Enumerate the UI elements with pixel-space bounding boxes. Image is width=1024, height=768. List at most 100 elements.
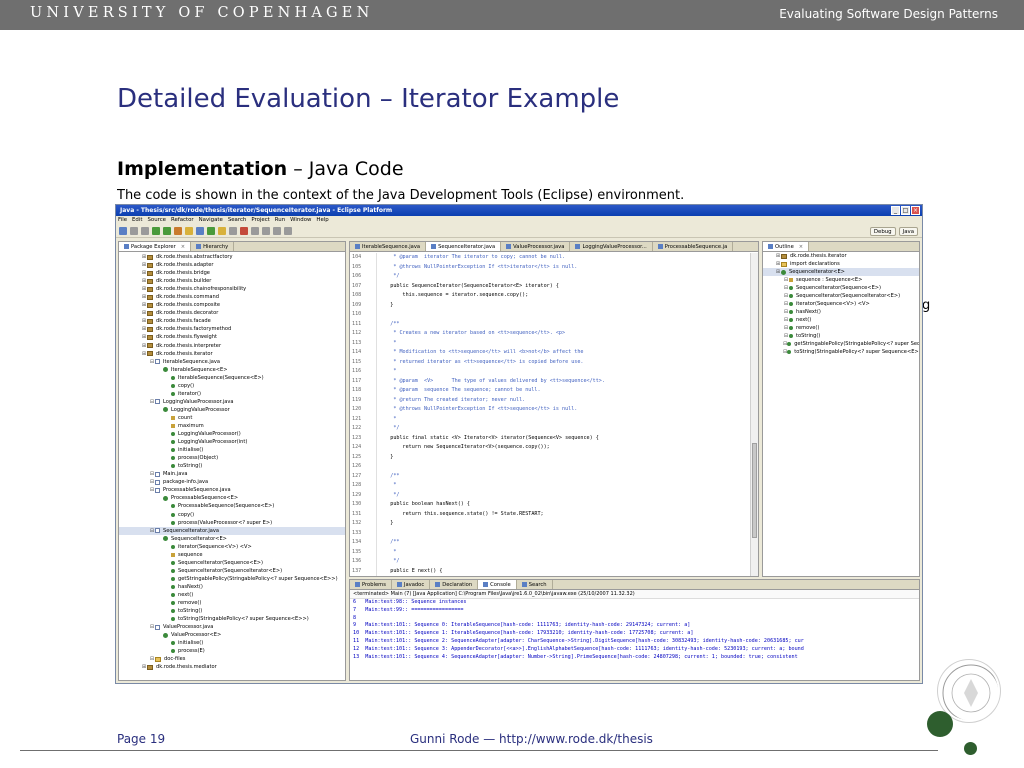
menu-run[interactable]: Run — [275, 216, 285, 225]
open-type-icon[interactable] — [218, 227, 226, 235]
tree-item[interactable]: ⊟ toString(StringablePolicy<? super Seque… — [763, 348, 919, 356]
tree-item[interactable]: ⊞ dk.rode.thesis.mediator — [119, 663, 345, 671]
tree-item[interactable]: LoggingValueProcessor — [119, 406, 345, 414]
tree-item[interactable]: ValueProcessor<E> — [119, 631, 345, 639]
tree-item[interactable]: ⊟ SequenceIterator(Sequence<E>) — [763, 284, 919, 292]
tree-item[interactable]: ⊞ dk.rode.thesis.builder — [119, 277, 345, 285]
tree-item[interactable]: ⊟ Main.java — [119, 470, 345, 478]
tree-item[interactable]: SequenceIterator(SequenceIterator<E>) — [119, 567, 345, 575]
tab-package-explorer[interactable]: Package Explorer × — [119, 242, 192, 252]
previous-annotation-icon[interactable] — [262, 227, 270, 235]
tree-item[interactable]: initialise() — [119, 446, 345, 454]
external-tools-icon[interactable] — [174, 227, 182, 235]
save-icon[interactable] — [130, 227, 138, 235]
tree-item[interactable]: ⊞ dk.rode.thesis.chainofresponsibility — [119, 285, 345, 293]
next-annotation-icon[interactable] — [251, 227, 259, 235]
tree-item[interactable]: ⊟ hasNext() — [763, 308, 919, 316]
tree-item[interactable]: ⊞ dk.rode.thesis.facade — [119, 317, 345, 325]
tree-item[interactable]: ⊟ SequenceIterator.java — [119, 526, 345, 535]
code-area[interactable]: 104 * @param iterator The iterator to co… — [352, 253, 749, 576]
editor-tab[interactable]: ProcessableSequence.ja — [652, 242, 734, 251]
tree-item[interactable]: next() — [119, 591, 345, 599]
tree-item[interactable]: hasNext() — [119, 583, 345, 591]
new-package-icon[interactable] — [196, 227, 204, 235]
window-titlebar[interactable]: Java - Thesis/src/dk/rode/thesis/iterato… — [116, 205, 922, 216]
tab-problems[interactable]: Problems — [350, 580, 392, 589]
tree-item[interactable]: ⊞ dk.rode.thesis.command — [119, 293, 345, 301]
tree-item[interactable]: initialise() — [119, 639, 345, 647]
tree-item[interactable]: ⊟ toString() — [763, 332, 919, 340]
tree-item[interactable]: IterableSequence<E> — [119, 366, 345, 374]
minimize-button[interactable]: _ — [891, 206, 900, 215]
back-icon[interactable] — [273, 227, 281, 235]
tab-hierarchy[interactable]: Hierarchy — [191, 242, 235, 251]
tree-item[interactable]: ⊞ dk.rode.thesis.flyweight — [119, 333, 345, 341]
tree-item[interactable]: ⊞ import declarations — [763, 260, 919, 268]
tree-item[interactable]: count — [119, 414, 345, 422]
tree-item[interactable]: ⊟ next() — [763, 316, 919, 324]
tree-item[interactable]: ⊞ dk.rode.thesis.interpreter — [119, 342, 345, 350]
tree-item[interactable]: ⊟ package-info.java — [119, 478, 345, 486]
tree-item[interactable]: ⊟ SequenceIterator(SequenceIterator<E>) — [763, 292, 919, 300]
tree-item[interactable]: ProcessableSequence<E> — [119, 494, 345, 502]
tree-item[interactable]: ⊟ IterableSequence.java — [119, 358, 345, 366]
forward-icon[interactable] — [284, 227, 292, 235]
menu-edit[interactable]: Edit — [132, 216, 142, 225]
maximize-button[interactable]: □ — [901, 206, 910, 215]
menu-source[interactable]: Source — [147, 216, 166, 225]
search-icon[interactable] — [229, 227, 237, 235]
menu-project[interactable]: Project — [251, 216, 269, 225]
tree-item[interactable]: ⊟ ValueProcessor.java — [119, 623, 345, 631]
tree-item[interactable]: LoggingValueProcessor(int) — [119, 438, 345, 446]
tree-item[interactable]: ⊞ dk.rode.thesis.composite — [119, 301, 345, 309]
close-icon[interactable]: × — [799, 242, 803, 252]
tree-item[interactable]: iterator(Sequence<V>) <V> — [119, 543, 345, 551]
tab-outline[interactable]: Outline × — [763, 242, 810, 252]
tab-javadoc[interactable]: Javadoc — [391, 580, 431, 589]
tree-item[interactable]: process(E) — [119, 647, 345, 655]
close-button[interactable]: × — [911, 206, 920, 215]
close-icon[interactable]: × — [181, 242, 185, 252]
tree-item[interactable]: SequenceIterator(Sequence<E>) — [119, 559, 345, 567]
tree-item[interactable]: ⊞ SequenceIterator<E> — [763, 268, 919, 276]
tree-item[interactable]: getStringablePolicy(StringablePolicy<? s… — [119, 575, 345, 583]
new-java-project-icon[interactable] — [185, 227, 193, 235]
tree-item[interactable]: sequence — [119, 551, 345, 559]
tree-item[interactable]: toString(StringablePolicy<? super Sequen… — [119, 615, 345, 623]
tree-item[interactable]: toString() — [119, 462, 345, 470]
menu-file[interactable]: File — [118, 216, 127, 225]
tree-item[interactable]: ⊟ ProcessableSequence.java — [119, 486, 345, 494]
tree-item[interactable]: ⊞ dk.rode.thesis.iterator — [119, 350, 345, 358]
editor-tab[interactable]: LoggingValueProcessor... — [570, 242, 653, 251]
perspective-java[interactable]: Java — [898, 227, 918, 236]
tree-item[interactable]: IterableSequence(Sequence<E>) — [119, 374, 345, 382]
tree-item[interactable]: iterator() — [119, 390, 345, 398]
toggle-mark-occurrences-icon[interactable] — [240, 227, 248, 235]
tree-item[interactable]: process(ValueProcessor<? super E>) — [119, 519, 345, 527]
tree-item[interactable]: copy() — [119, 511, 345, 519]
tree-item[interactable]: ⊟ doc-files — [119, 655, 345, 663]
menu-navigate[interactable]: Navigate — [199, 216, 223, 225]
tree-item[interactable]: ⊞ dk.rode.thesis.adapter — [119, 261, 345, 269]
menu-help[interactable]: Help — [316, 216, 328, 225]
tree-item[interactable]: LoggingValueProcessor() — [119, 430, 345, 438]
tree-item[interactable]: ⊟ remove() — [763, 324, 919, 332]
tree-item[interactable]: ⊞ dk.rode.thesis.factorymethod — [119, 325, 345, 333]
editor-tab[interactable]: ValueProcessor.java — [501, 242, 571, 251]
tree-item[interactable]: ⊞ dk.rode.thesis.iterator — [763, 252, 919, 260]
tree-item[interactable]: ⊞ dk.rode.thesis.abstractfactory — [119, 253, 345, 261]
debug-icon[interactable] — [152, 227, 160, 235]
tree-item[interactable]: maximum — [119, 422, 345, 430]
tree-item[interactable]: toString() — [119, 607, 345, 615]
perspective-debug[interactable]: Debug — [869, 227, 896, 236]
menu-refactor[interactable]: Refactor — [171, 216, 194, 225]
editor-scrollbar[interactable] — [750, 253, 758, 576]
new-icon[interactable] — [119, 227, 127, 235]
tree-item[interactable]: ⊞ dk.rode.thesis.bridge — [119, 269, 345, 277]
tree-item[interactable]: ⊟ getStringablePolicy(StringablePolicy<? … — [763, 340, 919, 348]
menu-search[interactable]: Search — [228, 216, 247, 225]
tree-item[interactable]: ⊞ dk.rode.thesis.decorator — [119, 309, 345, 317]
new-class-icon[interactable] — [207, 227, 215, 235]
tree-item[interactable]: ⊟ LoggingValueProcessor.java — [119, 398, 345, 406]
scrollbar-thumb[interactable] — [752, 443, 757, 538]
